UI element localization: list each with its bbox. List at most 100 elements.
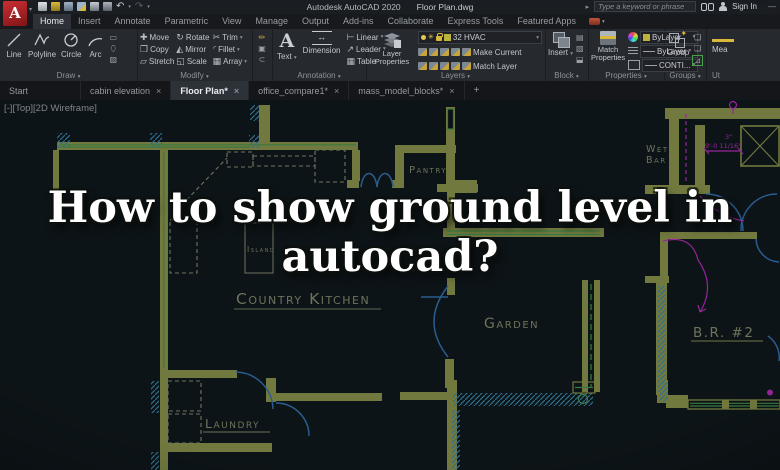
fillet-tool[interactable]: ◜ Fillet ▾ xyxy=(213,44,249,55)
layers-panel-label[interactable]: Layers xyxy=(441,71,465,80)
layer-unlock-icon[interactable] xyxy=(435,33,443,41)
text-tool[interactable]: A Text ▾ xyxy=(277,31,297,61)
close-tab-icon[interactable]: × xyxy=(234,86,239,96)
layer-mini-icon[interactable] xyxy=(462,48,471,56)
tab-manage[interactable]: Manage xyxy=(248,14,295,29)
file-tab-floor-plan[interactable]: Floor Plan* × xyxy=(171,81,250,100)
tab-annotate[interactable]: Annotate xyxy=(108,14,158,29)
layer-mini-icon[interactable] xyxy=(451,62,460,70)
layer-mini-icon[interactable] xyxy=(418,48,427,56)
make-current-tool[interactable]: Make Current xyxy=(418,46,542,58)
window-minimize-icon[interactable]: — xyxy=(768,2,776,11)
mirror-tool[interactable]: ◭ Mirror xyxy=(176,44,212,55)
insert-tool[interactable]: Insert ▾ xyxy=(548,31,573,57)
edit-block-icon[interactable]: ▧ xyxy=(576,44,584,53)
linetype-icon[interactable] xyxy=(628,60,640,70)
stretch-tool[interactable]: ▱ Stretch xyxy=(140,56,176,67)
draw-panel-label[interactable]: Draw xyxy=(57,71,76,80)
tab-home[interactable]: Home xyxy=(33,14,72,29)
tab-collaborate[interactable]: Collaborate xyxy=(381,14,441,29)
close-tab-icon[interactable]: × xyxy=(334,86,339,96)
search-input[interactable] xyxy=(594,1,697,12)
arc-tool[interactable]: Arc xyxy=(86,31,104,59)
file-tab-cabin-elevation[interactable]: cabin elevation × xyxy=(81,81,172,100)
layer-color-swatch[interactable] xyxy=(443,34,451,41)
autocad-app-menu-logo[interactable]: A xyxy=(3,1,27,26)
file-tab-office-compare1[interactable]: office_compare1* × xyxy=(249,81,350,100)
properties-panel-label[interactable]: Properties xyxy=(605,71,641,80)
measure-icon[interactable] xyxy=(712,39,734,42)
layer-mini-icon[interactable] xyxy=(451,48,460,56)
close-tab-icon[interactable]: × xyxy=(156,86,161,96)
tab-output[interactable]: Output xyxy=(295,14,336,29)
array-tool[interactable]: ▦ Array ▾ xyxy=(213,56,249,67)
search-binoculars-icon[interactable] xyxy=(701,2,715,11)
dimension-text: 3" xyxy=(725,133,732,141)
groups-panel-label[interactable]: Groups xyxy=(669,71,695,80)
modify-panel-label[interactable]: Modify xyxy=(180,71,204,80)
tab-add-ins[interactable]: Add-ins xyxy=(336,14,381,29)
layer-mini-icon[interactable] xyxy=(429,48,438,56)
trim-tool[interactable]: ✂ Trim ▾ xyxy=(213,32,249,43)
tab-insert[interactable]: Insert xyxy=(71,14,108,29)
group-tool[interactable]: ✦ Group xyxy=(667,29,689,57)
layer-thaw-icon[interactable]: ✳ xyxy=(428,34,434,41)
layer-mini-icon[interactable] xyxy=(418,62,427,70)
line-icon xyxy=(5,31,23,49)
rotate-tool[interactable]: ↻ Rotate xyxy=(176,32,212,43)
layer-select[interactable]: ✳ 32 HVAC ▾ xyxy=(418,31,542,44)
new-tab-button[interactable]: + xyxy=(465,81,489,100)
search-expander-icon[interactable]: ▸ xyxy=(586,3,590,11)
polyline-tool[interactable]: Polyline xyxy=(28,31,56,59)
dimension-icon: ↔ xyxy=(311,31,332,45)
tab-view[interactable]: View xyxy=(215,14,248,29)
paintbrush-icon[interactable]: ✏ xyxy=(259,33,266,42)
app-menu-caret-icon[interactable]: ▾ xyxy=(29,6,32,13)
dimension-tool[interactable]: ↔ Dimension xyxy=(303,31,340,55)
file-tab-start[interactable]: Start xyxy=(0,81,81,100)
tab-featured-apps[interactable]: Featured Apps xyxy=(510,14,583,29)
layer-mini-icon[interactable] xyxy=(440,62,449,70)
create-block-icon[interactable]: ▤ xyxy=(576,33,584,42)
layer-mini-icon[interactable] xyxy=(462,62,471,70)
block-attrs-icon[interactable]: ⬓ xyxy=(576,55,584,64)
label-country-kitchen: Country Kitchen xyxy=(236,290,370,308)
drawing-canvas[interactable]: [-][Top][2D Wireframe] 3" 9'-0 11/16" Pa… xyxy=(0,100,780,470)
ungroup-icon[interactable]: ❏ xyxy=(694,33,701,42)
tab-parametric[interactable]: Parametric xyxy=(158,14,216,29)
rectangle-icon[interactable]: ▭ xyxy=(109,33,117,42)
lineweight-icon[interactable] xyxy=(628,47,638,55)
media-dropdown-button[interactable]: ▾ xyxy=(583,14,611,29)
utilities-panel-label[interactable]: Ut xyxy=(712,71,720,80)
layer-properties-tool[interactable]: Layer Properties xyxy=(370,31,414,66)
close-tab-icon[interactable]: × xyxy=(449,86,454,96)
circle-tool[interactable]: Circle xyxy=(61,31,81,59)
viewport-controls[interactable]: [-][Top][2D Wireframe] xyxy=(4,103,97,114)
match-properties-tool[interactable]: Match Properties xyxy=(591,31,625,62)
scale-tool[interactable]: ◱ Scale xyxy=(176,56,212,67)
copy-tool[interactable]: ❐ Copy xyxy=(140,44,176,55)
group-edit-icon[interactable]: ❏ xyxy=(694,44,701,53)
layer-on-icon[interactable] xyxy=(421,35,426,40)
ellipse-icon[interactable]: ⬯ xyxy=(111,44,116,53)
group-select-icon[interactable]: ⊿ xyxy=(692,55,703,66)
layer-mini-icon[interactable] xyxy=(429,62,438,70)
move-tool[interactable]: ✚ Move xyxy=(140,32,176,43)
circle-label: Circle xyxy=(61,50,82,59)
sign-in-button[interactable]: Sign In xyxy=(732,2,757,11)
panel-utilities: Mea Ut xyxy=(706,29,780,81)
user-account-icon[interactable] xyxy=(719,2,728,11)
color-wheel-icon[interactable] xyxy=(628,32,638,42)
camera-icon[interactable]: ▣ xyxy=(258,44,266,53)
tab-express-tools[interactable]: Express Tools xyxy=(441,14,511,29)
draw-extra-tools: ▭ ⬯ ▨ xyxy=(109,31,117,64)
clip-icon[interactable]: ⊂ xyxy=(259,55,266,64)
file-tab-bar: Start cabin elevation × Floor Plan* × offi… xyxy=(0,81,780,100)
annotation-panel-label[interactable]: Annotation xyxy=(297,71,335,80)
file-tab-mass-model-blocks[interactable]: mass_model_blocks* × xyxy=(349,81,465,100)
block-panel-label[interactable]: Block xyxy=(554,71,574,80)
line-tool[interactable]: Line xyxy=(5,31,23,59)
layer-mini-icon[interactable] xyxy=(440,48,449,56)
hatch-icon[interactable]: ▨ xyxy=(109,55,117,64)
measure-label[interactable]: Mea xyxy=(712,45,728,54)
